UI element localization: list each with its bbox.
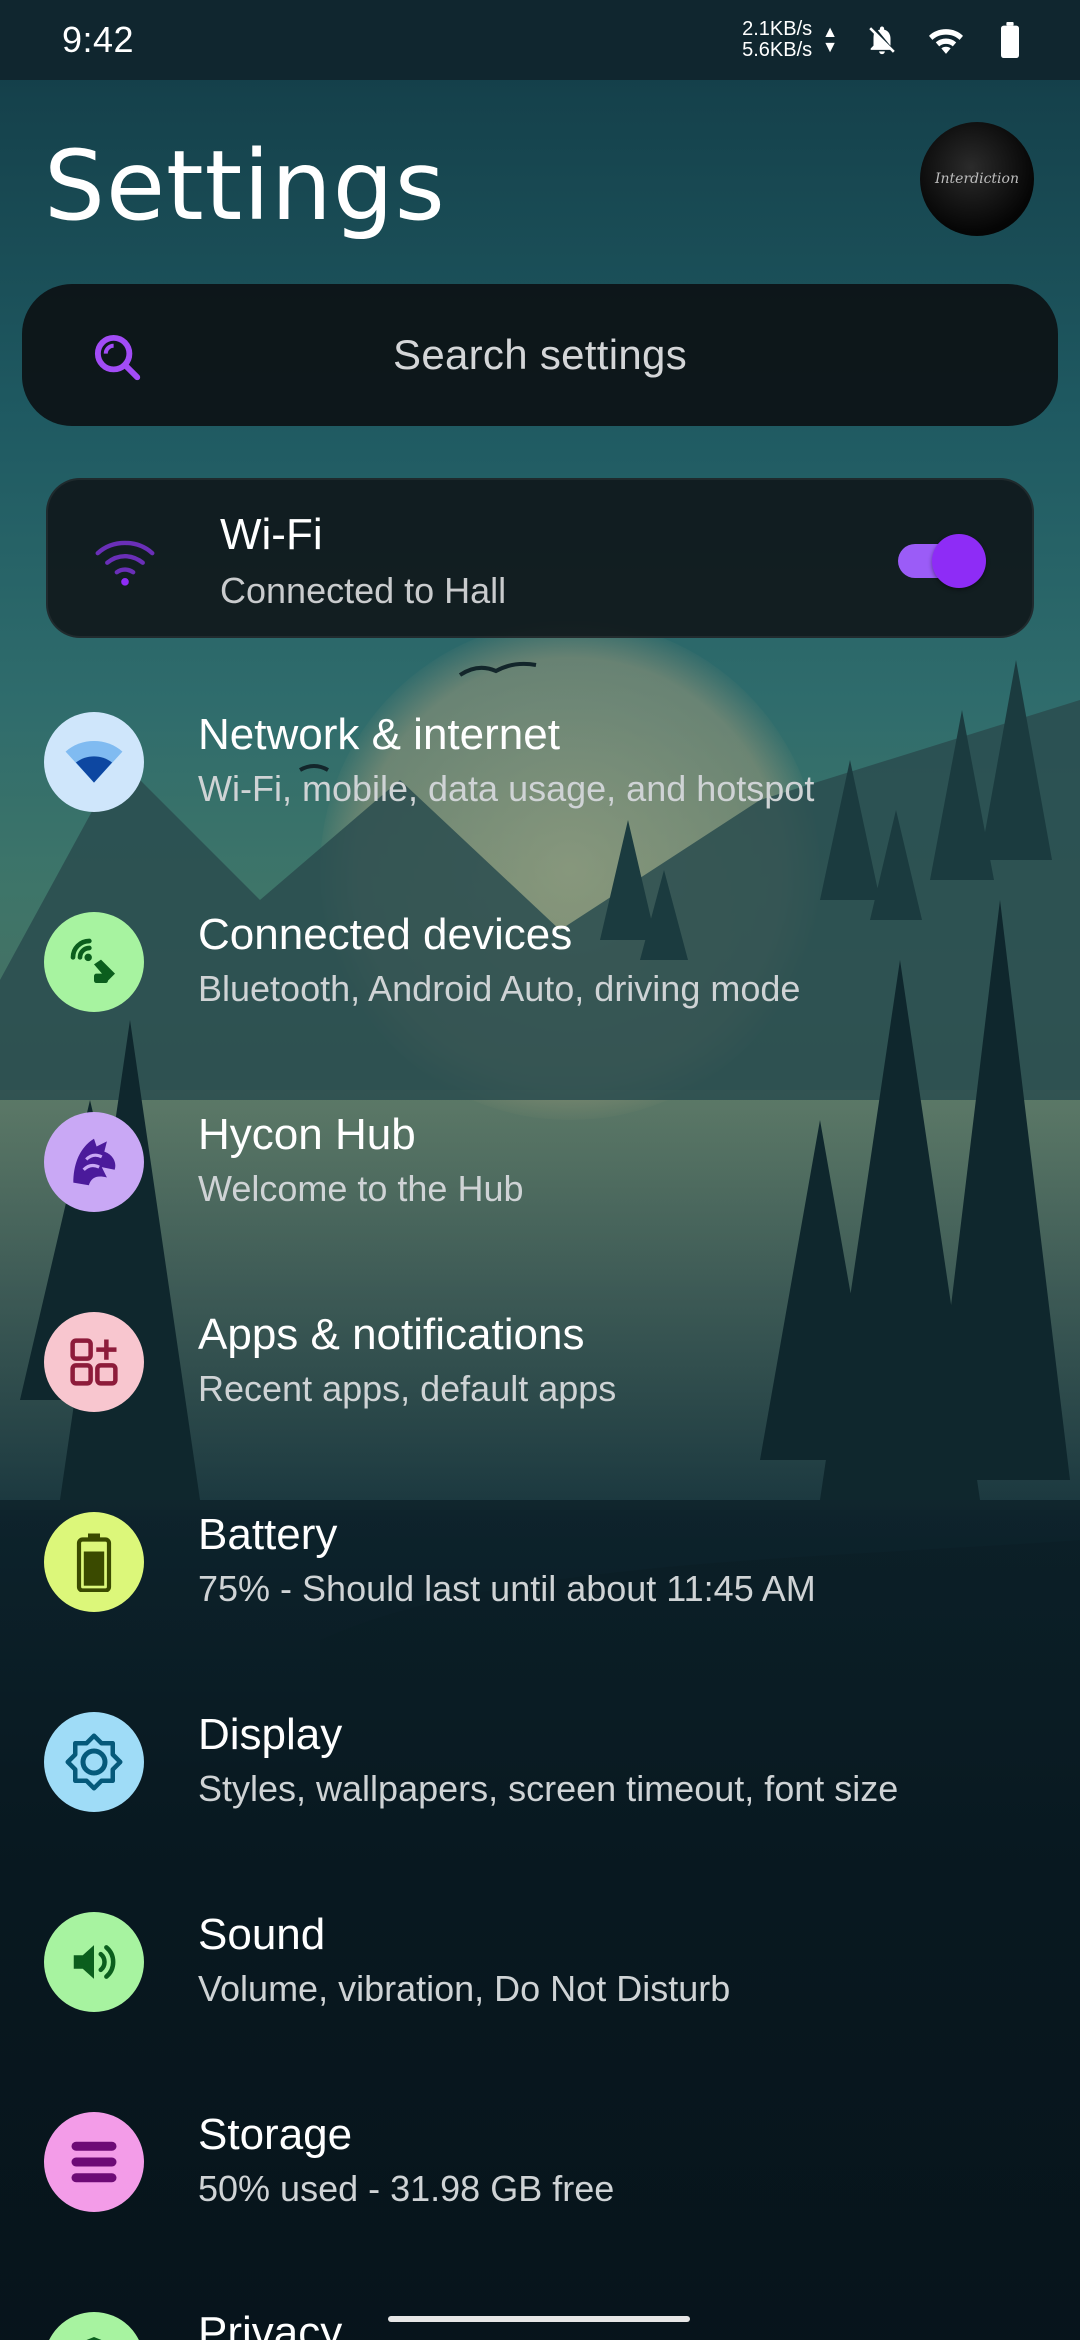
setting-label: Display (198, 1710, 343, 1759)
status-time: 9:42 (62, 19, 135, 60)
status-bar: 9:42 2.1KB/s 5.6KB/s ▲ ▼ (0, 0, 1080, 80)
setting-subtitle: Welcome to the Hub (198, 1168, 524, 1209)
wifi-status: Connected to Hall (220, 570, 507, 611)
setting-subtitle: Volume, vibration, Do Not Disturb (198, 1968, 731, 2009)
setting-connected-devices[interactable]: Connected devices Bluetooth, Android Aut… (0, 872, 1080, 1052)
setting-label: Storage (198, 2110, 353, 2159)
setting-battery[interactable]: Battery 75% - Should last until about 11… (0, 1472, 1080, 1652)
avatar[interactable]: Interdiction (920, 122, 1034, 236)
setting-privacy[interactable]: Privacy (0, 2272, 1080, 2340)
setting-label: Privacy (198, 2308, 343, 2340)
setting-subtitle: Recent apps, default apps (198, 1368, 617, 1409)
wifi-icon (65, 741, 123, 783)
setting-label: Network & internet (198, 710, 560, 759)
sound-icon-circle (44, 1912, 144, 2012)
wifi-toggle[interactable] (898, 532, 986, 588)
setting-hycon-hub[interactable]: Hycon Hub Welcome to the Hub (0, 1072, 1080, 1252)
setting-label: Connected devices (198, 910, 573, 959)
apps-icon (70, 1338, 118, 1386)
volume-icon (73, 1945, 116, 1979)
search-icon (94, 334, 141, 381)
shield-icon (86, 2337, 102, 2340)
battery-icon-circle (44, 1512, 144, 1612)
wifi-icon (926, 20, 966, 60)
wolf-icon (73, 1138, 116, 1186)
wifi-icon (95, 540, 155, 586)
devices-icon-circle (44, 912, 144, 1012)
page-title: Settings (44, 130, 446, 242)
avatar-signature: Interdiction (935, 171, 1019, 187)
storage-icon (71, 2141, 117, 2183)
brightness-icon (65, 1733, 123, 1791)
hub-icon-circle (44, 1112, 144, 1212)
up-down-arrows-icon: ▲ ▼ (822, 24, 838, 56)
search-placeholder: Search settings (393, 331, 687, 378)
setting-subtitle: 50% used - 31.98 GB free (198, 2168, 615, 2209)
home-indicator[interactable] (388, 2316, 690, 2322)
setting-subtitle: Styles, wallpapers, screen timeout, font… (198, 1768, 899, 1809)
download-speed: 5.6KB/s (742, 39, 813, 61)
setting-sound[interactable]: Sound Volume, vibration, Do Not Disturb (0, 1872, 1080, 2052)
setting-subtitle: Wi-Fi, mobile, data usage, and hotspot (198, 768, 815, 809)
network-icon-circle (44, 712, 144, 812)
storage-icon-circle (44, 2112, 144, 2212)
setting-display[interactable]: Display Styles, wallpapers, screen timeo… (0, 1672, 1080, 1852)
wifi-title: Wi-Fi (220, 510, 323, 559)
bell-off-icon (862, 20, 902, 60)
wifi-quick-card[interactable]: Wi-Fi Connected to Hall (46, 478, 1034, 638)
toggle-thumb (932, 534, 986, 588)
battery-icon (76, 1533, 112, 1592)
setting-subtitle: 75% - Should last until about 11:45 AM (198, 1568, 816, 1609)
apps-icon-circle (44, 1312, 144, 1412)
setting-label: Sound (198, 1910, 326, 1959)
connected-devices-icon (70, 938, 115, 983)
setting-label: Hycon Hub (198, 1110, 416, 1159)
battery-icon (990, 20, 1030, 60)
status-icons: 2.1KB/s 5.6KB/s ▲ ▼ (742, 19, 1030, 61)
setting-label: Apps & notifications (198, 1310, 585, 1359)
setting-subtitle: Bluetooth, Android Auto, driving mode (198, 968, 801, 1009)
setting-storage[interactable]: Storage 50% used - 31.98 GB free (0, 2072, 1080, 2252)
privacy-icon-circle (44, 2312, 144, 2340)
upload-speed: 2.1KB/s (742, 18, 813, 40)
display-icon-circle (44, 1712, 144, 1812)
search-bar[interactable]: Search settings (22, 284, 1058, 426)
setting-network-internet[interactable]: Network & internet Wi-Fi, mobile, data u… (0, 672, 1080, 852)
setting-label: Battery (198, 1510, 338, 1559)
network-speed: 2.1KB/s 5.6KB/s (742, 19, 812, 61)
setting-apps-notifications[interactable]: Apps & notifications Recent apps, defaul… (0, 1272, 1080, 1452)
